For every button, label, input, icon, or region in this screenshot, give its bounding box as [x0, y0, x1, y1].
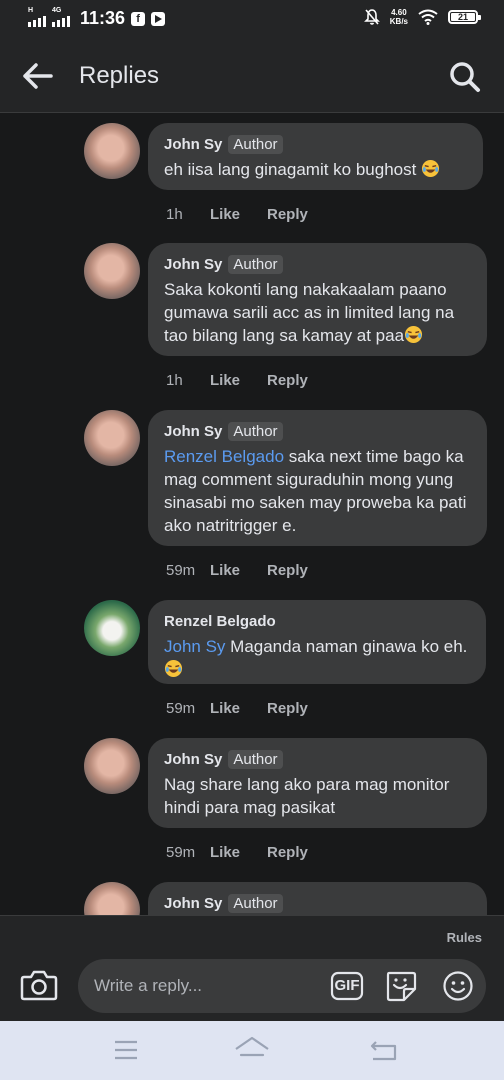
- comment-text: Renzel Belgado saka next time bago ka ma…: [164, 445, 471, 537]
- comment-time: 59m: [166, 562, 196, 579]
- battery-level: 21: [451, 12, 475, 22]
- silent-mode-icon: [363, 9, 380, 25]
- wifi-icon: [418, 9, 438, 25]
- avatar[interactable]: [84, 123, 140, 179]
- comment-author[interactable]: John Sy: [164, 751, 222, 768]
- comment-time: 1h: [166, 372, 183, 389]
- like-button[interactable]: Like: [210, 372, 267, 389]
- emoji-icon[interactable]: [442, 970, 474, 1002]
- like-button[interactable]: Like: [210, 562, 267, 579]
- comment-time: 1h: [166, 206, 183, 223]
- rofl-emoji-icon: [164, 659, 183, 678]
- reply-button[interactable]: Reply: [267, 206, 308, 223]
- comment-body: eh iisa lang ginagamit ko bughost: [164, 160, 417, 179]
- author-badge: Author: [228, 893, 283, 913]
- gif-label: GIF: [334, 977, 360, 994]
- reply-button[interactable]: Reply: [267, 372, 308, 389]
- gif-button[interactable]: GIF: [330, 970, 364, 1002]
- comment-author[interactable]: Renzel Belgado: [164, 613, 276, 630]
- network-speed-unit: KB/s: [389, 17, 408, 26]
- like-button[interactable]: Like: [210, 206, 267, 223]
- comment-actions: 59m Like Reply: [166, 844, 308, 861]
- like-button[interactable]: Like: [210, 700, 267, 717]
- comment-actions: 59m Like Reply: [166, 700, 308, 717]
- rules-link[interactable]: Rules: [447, 930, 482, 945]
- system-nav-bar: [0, 1021, 504, 1080]
- youtube-icon: [151, 11, 166, 26]
- comment-bubble[interactable]: John Sy Author Saka kokonti lang nakakaa…: [148, 243, 487, 356]
- signal-strength-4g-icon: 4G: [52, 7, 70, 27]
- sticker-icon[interactable]: [384, 969, 418, 1003]
- mention-link[interactable]: John Sy: [164, 637, 225, 656]
- comment-text: Saka kokonti lang nakakaalam paano gumaw…: [164, 278, 471, 347]
- avatar[interactable]: [84, 600, 140, 656]
- comment-actions: 59m Like Reply: [166, 562, 308, 579]
- comment-text: Nag share lang ako para mag monitor hind…: [164, 773, 471, 819]
- signal-type-label: H: [28, 6, 34, 14]
- battery-icon: 21: [448, 10, 481, 24]
- page-title: Replies: [79, 62, 160, 89]
- comment-text: John Sy Maganda naman ginawa ko eh.: [164, 635, 470, 681]
- facebook-icon: f: [131, 11, 146, 26]
- app-header: Replies: [0, 40, 504, 113]
- menu-icon[interactable]: [114, 1039, 138, 1061]
- replies-feed[interactable]: John Sy Author eh iisa lang ginagamit ko…: [0, 113, 504, 915]
- comment-author[interactable]: John Sy: [164, 136, 222, 153]
- signal-strength-icon: H: [28, 7, 46, 27]
- comment-bubble[interactable]: John Sy Author: [148, 882, 487, 915]
- comment-author[interactable]: John Sy: [164, 895, 222, 912]
- reply-input[interactable]: [94, 975, 314, 997]
- comment-author[interactable]: John Sy: [164, 423, 222, 440]
- comment-actions: 1h Like Reply: [166, 206, 308, 223]
- search-icon[interactable]: [448, 60, 482, 94]
- comment-body: Nag share lang ako para mag monitor hind…: [164, 775, 450, 817]
- rofl-emoji-icon: [422, 159, 440, 178]
- avatar[interactable]: [84, 410, 140, 466]
- network-speed: 4.60 KB/s: [390, 8, 408, 26]
- comment-time: 59m: [166, 844, 196, 861]
- author-badge: Author: [228, 134, 283, 154]
- reply-button[interactable]: Reply: [267, 844, 308, 861]
- comment-time: 59m: [166, 700, 196, 717]
- author-badge: Author: [228, 254, 283, 274]
- network-type-label: 4G: [52, 6, 62, 14]
- avatar[interactable]: [84, 882, 140, 915]
- comment-bubble[interactable]: John Sy Author eh iisa lang ginagamit ko…: [148, 123, 483, 190]
- status-bar: H 4G 11:36 f 4.60 KB/s 21: [0, 0, 504, 40]
- author-badge: Author: [228, 421, 283, 441]
- comment-author[interactable]: John Sy: [164, 256, 222, 273]
- rofl-emoji-icon: [405, 325, 423, 344]
- reply-composer: Rules GIF: [0, 915, 504, 1022]
- avatar[interactable]: [84, 243, 140, 299]
- comment-bubble[interactable]: Renzel Belgado John Sy Maganda naman gin…: [148, 600, 486, 684]
- reply-button[interactable]: Reply: [267, 700, 308, 717]
- reply-box[interactable]: GIF: [78, 959, 486, 1013]
- network-speed-value: 4.60: [391, 8, 407, 17]
- comment-body: Maganda naman ginawa ko eh.: [225, 637, 468, 656]
- comment-text: eh iisa lang ginagamit ko bughost: [164, 158, 467, 181]
- comment-bubble[interactable]: John Sy Author Nag share lang ako para m…: [148, 738, 487, 828]
- like-button[interactable]: Like: [210, 844, 267, 861]
- home-icon[interactable]: [234, 1035, 270, 1065]
- comment-bubble[interactable]: John Sy Author Renzel Belgado saka next …: [148, 410, 487, 546]
- arrow-left-icon[interactable]: [22, 62, 54, 90]
- reply-button[interactable]: Reply: [267, 562, 308, 579]
- camera-icon[interactable]: [20, 968, 58, 1002]
- back-icon[interactable]: [370, 1037, 398, 1063]
- avatar[interactable]: [84, 738, 140, 794]
- author-badge: Author: [228, 749, 283, 769]
- comment-actions: 1h Like Reply: [166, 372, 308, 389]
- mention-link[interactable]: Renzel Belgado: [164, 447, 284, 466]
- status-time: 11:36: [80, 8, 126, 28]
